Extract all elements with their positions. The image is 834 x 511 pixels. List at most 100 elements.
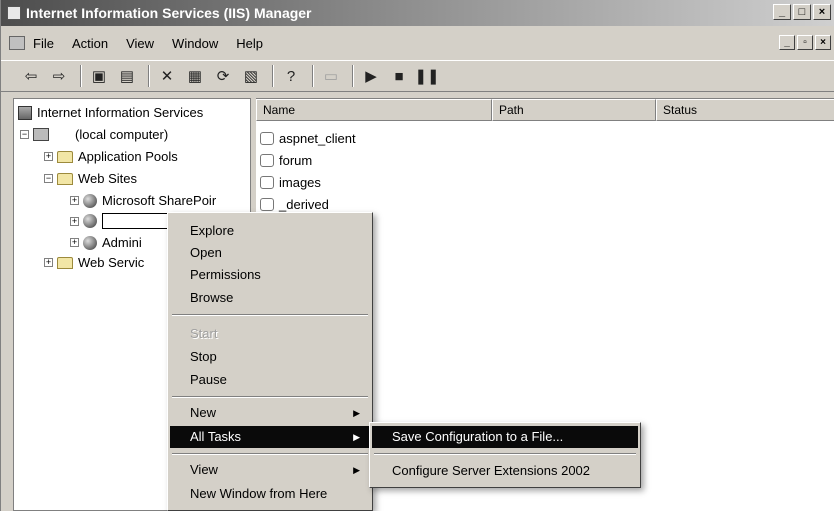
menu-window[interactable]: Window bbox=[172, 36, 218, 51]
menu-item-new-label: New bbox=[190, 405, 217, 420]
expand-icon[interactable]: + bbox=[70, 238, 79, 247]
close-button[interactable]: × bbox=[813, 4, 831, 20]
up-folder-icon[interactable]: ▣ bbox=[87, 65, 111, 87]
website-globe-icon bbox=[83, 193, 97, 208]
submenu-arrow-icon: ▶ bbox=[353, 408, 360, 418]
menu-item-open[interactable]: Open bbox=[170, 242, 370, 264]
redacted-site-name bbox=[102, 213, 170, 229]
tree-node-app-pools[interactable]: + Application Pools bbox=[44, 149, 178, 164]
iis-icon bbox=[18, 105, 32, 120]
menu-separator bbox=[172, 396, 368, 398]
list-item[interactable]: _derived bbox=[260, 197, 329, 212]
tree-node-selected-site[interactable]: + bbox=[70, 213, 170, 229]
menu-item-start: Start bbox=[190, 326, 218, 341]
list-header: Name Path Status bbox=[256, 99, 834, 121]
play-icon[interactable]: ▶ bbox=[359, 65, 383, 87]
menu-item-new[interactable]: New ▶ bbox=[170, 402, 370, 424]
menu-file[interactable]: File bbox=[33, 36, 54, 51]
folder-icon bbox=[260, 198, 274, 211]
folder-icon bbox=[260, 176, 274, 189]
column-name[interactable]: Name bbox=[256, 99, 492, 121]
menu-item-all-tasks[interactable]: All Tasks ▶ bbox=[170, 426, 370, 448]
list-item[interactable]: aspnet_client bbox=[260, 131, 356, 146]
website-globe-icon bbox=[83, 214, 97, 228]
menu-item-browse[interactable]: Browse bbox=[170, 287, 370, 309]
tree-node-admin[interactable]: + Admini bbox=[70, 235, 142, 250]
all-tasks-submenu: Save Configuration to a File... Configur… bbox=[369, 422, 641, 488]
back-arrow-icon[interactable]: ⇦ bbox=[19, 65, 43, 87]
menu-item-pause[interactable]: Pause bbox=[170, 369, 370, 391]
toolbar-separator bbox=[272, 65, 274, 87]
window-controls: _ □ × bbox=[773, 4, 831, 20]
folder-icon bbox=[260, 154, 274, 167]
tree-label-sharepoint: Microsoft SharePoir bbox=[102, 193, 217, 208]
title-bar[interactable]: Internet Information Services (IIS) Mana… bbox=[1, 0, 834, 26]
list-item[interactable]: forum bbox=[260, 153, 312, 168]
menu-item-permissions[interactable]: Permissions bbox=[170, 264, 370, 286]
menu-separator bbox=[172, 314, 368, 316]
tree-node-root[interactable]: Internet Information Services bbox=[18, 105, 203, 120]
column-path[interactable]: Path bbox=[492, 99, 656, 121]
maximize-button[interactable]: □ bbox=[793, 4, 811, 20]
refresh-icon[interactable]: ⟳ bbox=[211, 65, 235, 87]
window-title: Internet Information Services (IIS) Mana… bbox=[26, 5, 312, 21]
computer-icon bbox=[33, 128, 49, 141]
menu-item-all-tasks-label: All Tasks bbox=[190, 429, 242, 444]
menu-help[interactable]: Help bbox=[236, 36, 263, 51]
console-icon[interactable] bbox=[9, 36, 25, 50]
expand-icon[interactable]: + bbox=[70, 216, 79, 226]
list-item-label: images bbox=[279, 175, 321, 190]
menu-separator bbox=[172, 453, 368, 455]
toolbar-separator bbox=[148, 65, 150, 87]
tree-node-web-sites[interactable]: − Web Sites bbox=[44, 171, 137, 186]
forward-arrow-icon[interactable]: ⇨ bbox=[47, 65, 71, 87]
list-item-label: aspnet_client bbox=[279, 131, 356, 146]
menu-item-stop[interactable]: Stop bbox=[170, 346, 370, 368]
export-list-icon[interactable]: ▧ bbox=[239, 65, 263, 87]
tree-node-sharepoint[interactable]: + Microsoft SharePoir bbox=[70, 193, 216, 208]
tree-label-web-sites: Web Sites bbox=[78, 171, 138, 186]
show-hide-tree-icon[interactable]: ▤ bbox=[115, 65, 139, 87]
expand-icon[interactable]: + bbox=[44, 258, 53, 267]
tree-node-web-service[interactable]: + Web Servic bbox=[44, 255, 144, 270]
computer-icon[interactable]: ▭ bbox=[319, 65, 343, 87]
properties-icon[interactable]: ▦ bbox=[183, 65, 207, 87]
context-menu: Explore Open Permissions Browse Start St… bbox=[167, 212, 373, 511]
folder-icon bbox=[57, 150, 73, 163]
folder-icon bbox=[57, 256, 73, 269]
menu-item-new-window[interactable]: New Window from Here bbox=[170, 483, 370, 505]
collapse-icon[interactable]: − bbox=[44, 174, 53, 183]
website-globe-icon bbox=[83, 235, 97, 250]
pause-icon[interactable]: ❚❚ bbox=[414, 65, 439, 87]
toolbar-separator bbox=[352, 65, 354, 87]
menu-item-save-configuration[interactable]: Save Configuration to a File... bbox=[372, 426, 638, 448]
tree-label-admin: Admini bbox=[102, 235, 142, 250]
child-restore-button[interactable]: ▫ bbox=[797, 35, 813, 50]
menu-item-configure-server-extensions[interactable]: Configure Server Extensions 2002 bbox=[372, 460, 638, 482]
minimize-button[interactable]: _ bbox=[773, 4, 791, 20]
menu-action[interactable]: Action bbox=[72, 36, 108, 51]
menu-item-view[interactable]: View ▶ bbox=[170, 459, 370, 481]
help-icon[interactable]: ? bbox=[279, 65, 303, 87]
toolbar-separator bbox=[312, 65, 314, 87]
list-item-label: forum bbox=[279, 153, 313, 168]
delete-icon[interactable]: ✕ bbox=[155, 65, 179, 87]
tree-label-root: Internet Information Services bbox=[37, 105, 204, 120]
stop-icon[interactable]: ■ bbox=[387, 65, 411, 87]
menu-view[interactable]: View bbox=[126, 36, 154, 51]
menu-item-explore[interactable]: Explore bbox=[170, 220, 370, 242]
menu-item-view-label: View bbox=[190, 462, 218, 477]
submenu-arrow-icon: ▶ bbox=[353, 432, 360, 442]
expand-icon[interactable]: + bbox=[44, 152, 53, 161]
collapse-icon[interactable]: − bbox=[20, 130, 29, 139]
child-minimize-button[interactable]: _ bbox=[779, 35, 795, 50]
expand-icon[interactable]: + bbox=[70, 196, 79, 205]
child-close-button[interactable]: × bbox=[815, 35, 831, 50]
toolbar-separator bbox=[80, 65, 82, 87]
list-item[interactable]: images bbox=[260, 175, 321, 190]
submenu-arrow-icon: ▶ bbox=[353, 465, 360, 475]
tree-label-computer: (local computer) bbox=[75, 127, 169, 142]
app-icon bbox=[7, 6, 21, 20]
tree-node-computer[interactable]: − (local computer) bbox=[20, 127, 168, 142]
column-status[interactable]: Status bbox=[656, 99, 834, 121]
